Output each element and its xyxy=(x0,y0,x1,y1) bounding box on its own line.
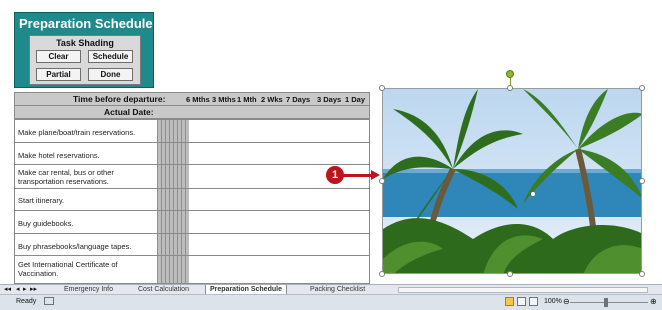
col-3-days: 3 Days xyxy=(317,95,342,104)
horizontal-scrollbar[interactable] xyxy=(398,287,648,293)
shaded-cell xyxy=(157,234,189,255)
task-text: Make car rental, bus or other transporta… xyxy=(18,168,114,186)
step-callout: 1 xyxy=(326,166,344,184)
zoom-slider[interactable] xyxy=(570,302,648,303)
resize-handle-sw[interactable] xyxy=(379,271,385,277)
table-row[interactable]: Make car rental, bus or other transporta… xyxy=(14,164,370,189)
status-ready: Ready xyxy=(16,298,37,305)
time-before-departure-row: Time before departure: 6 Mths 3 Mths 1 M… xyxy=(14,92,370,106)
resize-handle-nw[interactable] xyxy=(379,85,385,91)
table-row[interactable]: Make plane/boat/train reservations. xyxy=(14,119,370,143)
time-before-label: Time before departure: xyxy=(73,94,166,104)
task-shading-label: Task Shading xyxy=(56,38,114,48)
zoom-level[interactable]: 100% xyxy=(544,298,562,305)
table-row[interactable]: Buy phrasebooks/language tapes. xyxy=(14,233,370,256)
done-button[interactable]: Done xyxy=(88,68,133,81)
page-break-icon[interactable] xyxy=(529,297,538,306)
zoom-out-icon[interactable]: ⊖ xyxy=(563,297,570,306)
resize-handle-ne[interactable] xyxy=(639,85,645,91)
inserted-picture[interactable] xyxy=(382,88,642,274)
task-text: Buy phrasebooks/language tapes. xyxy=(18,242,132,251)
zoom-slider-thumb[interactable] xyxy=(604,298,608,307)
col-6-mths: 6 Mths xyxy=(186,95,210,104)
normal-view-icon[interactable] xyxy=(505,297,514,306)
table-row[interactable]: Make hotel reservations. xyxy=(14,142,370,165)
clear-button[interactable]: Clear xyxy=(36,50,81,63)
col-7-days: 7 Days xyxy=(286,95,311,104)
macro-record-icon[interactable] xyxy=(44,297,54,305)
resize-handle-s[interactable] xyxy=(507,271,513,277)
col-1-mth: 1 Mth xyxy=(237,95,257,104)
callout-arrow xyxy=(343,174,373,177)
page-layout-icon[interactable] xyxy=(517,297,526,306)
status-bar: Ready 100% ⊖ ⊕ xyxy=(0,294,662,310)
schedule-button[interactable]: Schedule xyxy=(88,50,133,63)
resize-handle-n[interactable] xyxy=(507,85,513,91)
resize-handle-e[interactable] xyxy=(639,178,645,184)
palm-trees-image xyxy=(383,89,641,273)
task-text: Get International Certificate of Vaccina… xyxy=(18,260,118,278)
rotation-handle[interactable] xyxy=(506,70,514,78)
callout-arrow-head xyxy=(371,170,380,180)
actual-date-row: Actual Date: xyxy=(14,105,370,119)
shaded-cell xyxy=(157,189,189,210)
col-1-day: 1 Day xyxy=(345,95,366,104)
col-3-mths: 3 Mths xyxy=(212,95,236,104)
col-2-wks: 2 Wks xyxy=(261,95,283,104)
task-shading-box: Task Shading Clear Schedule Partial Done xyxy=(29,35,141,85)
task-text: Make plane/boat/train reservations. xyxy=(18,128,136,137)
shaded-cell xyxy=(157,165,189,188)
schedule-panel: Preparation Schedule Task Shading Clear … xyxy=(14,12,154,88)
table-row[interactable]: Get International Certificate of Vaccina… xyxy=(14,255,370,284)
task-text: Make hotel reservations. xyxy=(18,151,100,160)
worksheet: Preparation Schedule Task Shading Clear … xyxy=(0,0,662,284)
partial-button[interactable]: Partial xyxy=(36,68,81,81)
shaded-cell xyxy=(157,211,189,233)
zoom-in-icon[interactable]: ⊕ xyxy=(650,297,657,306)
actual-date-label: Actual Date: xyxy=(104,107,154,117)
resize-handle-se[interactable] xyxy=(639,271,645,277)
shaded-cell xyxy=(157,256,189,283)
table-row[interactable]: Start itinerary. xyxy=(14,188,370,211)
task-text: Start itinerary. xyxy=(18,196,65,205)
table-row[interactable]: Buy guidebooks. xyxy=(14,210,370,234)
task-text: Buy guidebooks. xyxy=(18,219,74,228)
panel-title: Preparation Schedule xyxy=(19,16,153,31)
shaded-cell xyxy=(157,143,189,164)
shaded-cell xyxy=(157,120,189,142)
